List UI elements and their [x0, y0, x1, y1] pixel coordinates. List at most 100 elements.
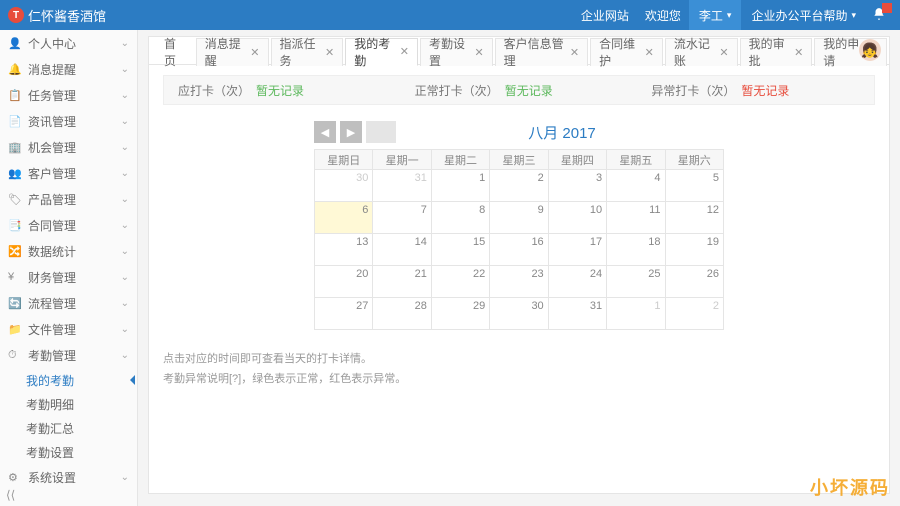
close-icon[interactable]: ✕	[400, 45, 409, 58]
calendar-day[interactable]: 17	[548, 234, 606, 266]
tab[interactable]: 流水记账✕	[665, 38, 738, 66]
calendar-day[interactable]: 29	[431, 298, 489, 330]
chevron-down-icon: ⌄	[121, 64, 129, 75]
sidebar-item[interactable]: 👤个人中心⌄	[0, 30, 137, 56]
chevron-down-icon: ⌄	[121, 272, 129, 283]
calendar-day[interactable]: 25	[607, 266, 665, 298]
sidebar-item[interactable]: ⏱考勤管理⌄	[0, 342, 137, 368]
sidebar-item-label: 财务管理	[28, 269, 76, 286]
calendar-day[interactable]: 1	[607, 298, 665, 330]
close-icon[interactable]: ✕	[325, 46, 334, 59]
calendar-day[interactable]: 2	[665, 298, 723, 330]
calendar-day[interactable]: 9	[490, 202, 548, 234]
close-icon[interactable]: ✕	[474, 46, 483, 59]
sidebar-sub-item[interactable]: 考勤汇总	[0, 416, 137, 440]
tab[interactable]: 我的审批 ✕	[740, 38, 813, 66]
sidebar-item[interactable]: ⚙系统设置⌄	[0, 464, 137, 490]
sidebar-icon: 📄	[8, 115, 22, 128]
calendar-day[interactable]: 6	[315, 202, 373, 234]
calendar-day[interactable]: 1	[431, 170, 489, 202]
header-help-menu[interactable]: 企业办公平台帮助▾	[741, 0, 866, 30]
sidebar-icon: 🏷	[8, 193, 22, 206]
calendar-day[interactable]: 30	[315, 170, 373, 202]
tab[interactable]: 我的考勤✕	[345, 38, 418, 66]
tab[interactable]: 考勤设置 ✕	[420, 38, 493, 66]
sidebar-item[interactable]: 📁文件管理⌄	[0, 316, 137, 342]
calendar-day[interactable]: 22	[431, 266, 489, 298]
stat-abnormal: 异常打卡（次）暂无记录	[637, 82, 874, 99]
calendar-day[interactable]: 31	[548, 298, 606, 330]
chevron-down-icon: ⌄	[121, 116, 129, 127]
sidebar-item[interactable]: 🔄流程管理⌄	[0, 290, 137, 316]
sidebar-item[interactable]: 👥客户管理⌄	[0, 160, 137, 186]
calendar-day[interactable]: 27	[315, 298, 373, 330]
avatar[interactable]: 👧	[859, 39, 881, 61]
notification-icon[interactable]	[872, 7, 886, 24]
calendar-day[interactable]: 12	[665, 202, 723, 234]
sidebar-item[interactable]: 🔀数据统计⌄	[0, 238, 137, 264]
tab[interactable]: 客户信息管理✕	[495, 38, 588, 66]
weekday-header: 星期三	[490, 150, 548, 170]
tab[interactable]: 合同维护✕	[590, 38, 663, 66]
sidebar-icon: 🔔	[8, 63, 22, 76]
sidebar-item[interactable]: 🔔消息提醒⌄	[0, 56, 137, 82]
main-area: 首页消息提醒✕指派任务✕我的考勤✕考勤设置✕客户信息管理✕合同维护✕流水记账✕我…	[138, 30, 900, 506]
calendar-day[interactable]: 28	[373, 298, 431, 330]
tab[interactable]: 首页	[155, 38, 194, 66]
close-icon[interactable]: ✕	[794, 46, 803, 59]
close-icon[interactable]: ✕	[250, 46, 259, 59]
calendar-day[interactable]: 10	[548, 202, 606, 234]
calendar-day[interactable]: 18	[607, 234, 665, 266]
calendar-day[interactable]: 24	[548, 266, 606, 298]
chevron-down-icon: ⌄	[121, 298, 129, 309]
header-link-site[interactable]: 企业网站	[581, 7, 629, 24]
close-icon[interactable]: ✕	[570, 46, 579, 59]
calendar-day[interactable]: 4	[607, 170, 665, 202]
calendar-grid: 星期日星期一星期二星期三星期四星期五星期六 303112345678910111…	[314, 149, 724, 330]
stats-bar: 应打卡（次）暂无记录 正常打卡（次）暂无记录 异常打卡（次）暂无记录	[163, 75, 875, 105]
sidebar-item[interactable]: 📄资讯管理⌄	[0, 108, 137, 134]
sidebar-sub-item[interactable]: 考勤明细	[0, 392, 137, 416]
header-user-menu[interactable]: 李工▾	[689, 0, 742, 30]
sidebar-item[interactable]: 📋任务管理⌄	[0, 82, 137, 108]
calendar-day[interactable]: 5	[665, 170, 723, 202]
prev-month-button[interactable]: ◀	[314, 121, 336, 143]
calendar-day[interactable]: 13	[315, 234, 373, 266]
calendar-day[interactable]: 16	[490, 234, 548, 266]
close-icon[interactable]: ✕	[645, 46, 654, 59]
calendar-day[interactable]: 30	[490, 298, 548, 330]
collapse-sidebar-icon[interactable]: ⟨⟨	[6, 488, 15, 502]
sidebar-icon: ⏱	[8, 349, 22, 362]
calendar-day[interactable]: 15	[431, 234, 489, 266]
tab-label: 我的审批	[749, 35, 789, 69]
sidebar-item[interactable]: 🏢机会管理⌄	[0, 134, 137, 160]
calendar-day[interactable]: 7	[373, 202, 431, 234]
calendar-day[interactable]: 20	[315, 266, 373, 298]
calendar-day[interactable]: 14	[373, 234, 431, 266]
sidebar-sub-item[interactable]: 我的考勤	[0, 368, 137, 392]
next-month-button[interactable]: ▶	[340, 121, 362, 143]
chevron-down-icon: ⌄	[121, 220, 129, 231]
sidebar-sub-item[interactable]: 考勤设置	[0, 440, 137, 464]
calendar-day[interactable]: 26	[665, 266, 723, 298]
sidebar-item-label: 数据统计	[28, 243, 76, 260]
tab-label: 考勤设置	[429, 35, 469, 69]
chevron-down-icon: ⌄	[121, 38, 129, 49]
sidebar-item[interactable]: ¥财务管理⌄	[0, 264, 137, 290]
calendar-day[interactable]: 19	[665, 234, 723, 266]
tab[interactable]: 消息提醒✕	[196, 38, 269, 66]
calendar-day[interactable]: 8	[431, 202, 489, 234]
calendar-day[interactable]: 21	[373, 266, 431, 298]
calendar-day[interactable]: 2	[490, 170, 548, 202]
sidebar-item[interactable]: 📑合同管理⌄	[0, 212, 137, 238]
tab-label: 我的申请	[823, 35, 863, 69]
close-icon[interactable]: ✕	[719, 46, 728, 59]
sidebar-item[interactable]: 🏷产品管理⌄	[0, 186, 137, 212]
calendar-day[interactable]: 23	[490, 266, 548, 298]
calendar-day[interactable]: 31	[373, 170, 431, 202]
calendar-day[interactable]: 11	[607, 202, 665, 234]
today-button[interactable]	[366, 121, 396, 143]
calendar-day[interactable]: 3	[548, 170, 606, 202]
tab[interactable]: 指派任务✕	[271, 38, 344, 66]
sidebar-item-label: 考勤管理	[28, 347, 76, 364]
